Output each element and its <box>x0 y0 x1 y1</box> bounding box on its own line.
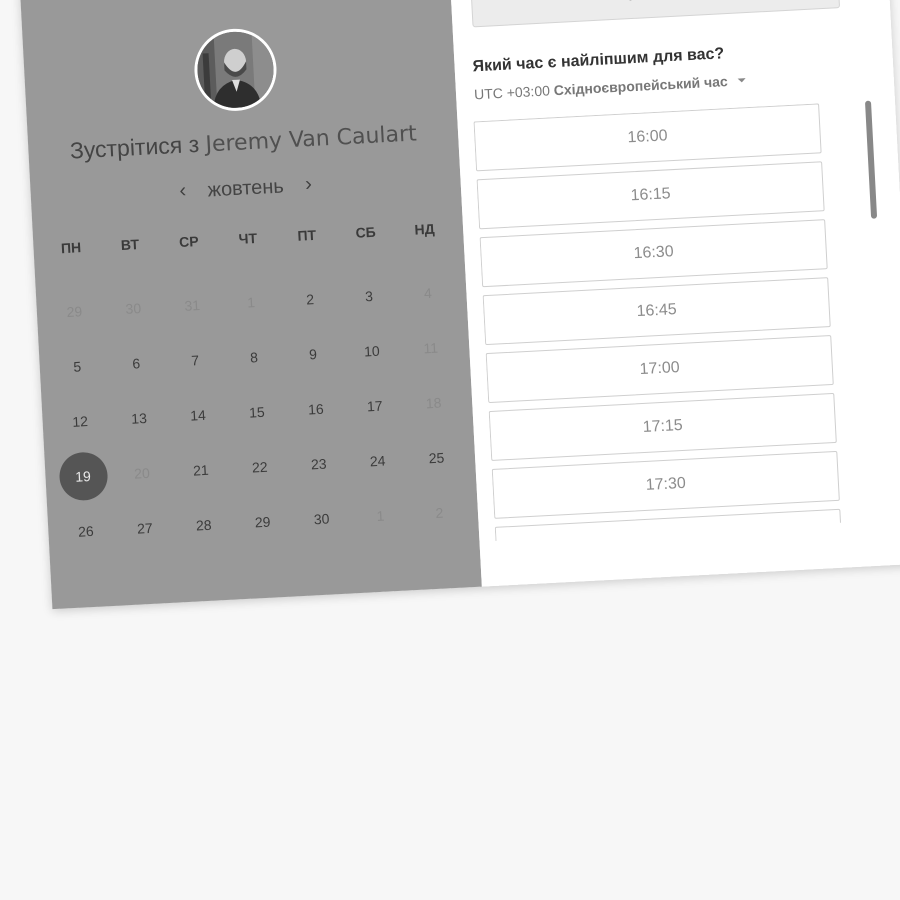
timezone-selector[interactable]: UTC +03:00 Східноєвропейський час <box>474 72 746 102</box>
person-photo-icon <box>195 29 276 110</box>
month-label: жовтень <box>207 175 285 202</box>
calendar-day[interactable]: 13 <box>108 389 170 447</box>
weekday-label: ПН <box>60 239 82 257</box>
prev-month-button[interactable]: ‹ <box>167 179 199 204</box>
calendar-day[interactable]: 24 <box>347 431 409 489</box>
calendar-day[interactable]: 2 <box>279 270 341 328</box>
page: Зустрітися з Jeremy Van Caulart ‹ жовтен… <box>0 0 900 900</box>
month-navigation: ‹ жовтень › <box>30 165 461 211</box>
time-slot-button[interactable]: 17:00 <box>485 335 834 404</box>
calendar-panel: Зустрітися з Jeremy Van Caulart ‹ жовтен… <box>20 0 482 610</box>
calendar-day[interactable]: 14 <box>167 386 229 444</box>
time-slot-list: 16:00 16:15 16:30 16:45 17:00 17:15 17:3… <box>473 103 857 541</box>
weekday-label: СР <box>178 233 200 251</box>
calendar-day[interactable]: 6 <box>105 334 167 392</box>
calendar-day[interactable]: 30 <box>291 489 353 547</box>
calendar-day[interactable]: 17 <box>344 376 406 434</box>
calendar-day[interactable]: 29 <box>232 493 294 551</box>
calendar-day[interactable]: 15 <box>226 383 288 441</box>
time-slot-button[interactable]: 16:30 <box>479 219 828 288</box>
calendar-day-disabled: 18 <box>425 394 442 411</box>
calendar-day-disabled: 20 <box>133 464 151 482</box>
calendar-day-disabled: 1 <box>246 293 256 311</box>
avatar <box>192 26 279 113</box>
timezone-offset: UTC +03:00 <box>473 82 551 103</box>
calendar-day-selected[interactable]: 19 <box>52 447 114 505</box>
calendar-day[interactable]: 28 <box>173 496 235 554</box>
timezone-name: Східноєвропейський час <box>553 73 729 99</box>
weekday-label: СБ <box>355 223 377 241</box>
time-slot-button[interactable]: 17:15 <box>488 392 837 461</box>
calendar-day[interactable]: 21 <box>170 441 232 499</box>
time-panel: 30 хвилин Який час є найліпшим для вас? … <box>449 0 900 587</box>
next-month-button[interactable]: › <box>293 172 325 197</box>
slot-list-scrollbar[interactable] <box>864 100 878 219</box>
time-question: Який час є найліпшим для вас? <box>472 45 725 76</box>
host-name: Jeremy Van Caulart <box>204 121 418 158</box>
calendar-day[interactable]: 25 <box>406 428 468 486</box>
calendar-day[interactable]: 16 <box>285 380 347 438</box>
calendar-day-disabled: 31 <box>184 296 201 314</box>
calendar-day[interactable]: 12 <box>49 392 111 450</box>
calendar-day-disabled: 4 <box>423 284 433 301</box>
time-slot-button[interactable]: 16:00 <box>473 103 822 172</box>
calendar-day[interactable]: 22 <box>229 438 291 496</box>
weekday-label: НД <box>414 220 436 238</box>
time-slot-button[interactable]: 16:45 <box>482 277 831 346</box>
day-grid: 29 30 31 1 2 3 4 5 6 7 8 9 10 11 12 13 1… <box>43 264 470 560</box>
calendar-day-disabled: 29 <box>66 302 83 320</box>
calendar-day-disabled: 11 <box>423 339 439 356</box>
scheduler-card: Зустрітися з Jeremy Van Caulart ‹ жовтен… <box>20 0 900 610</box>
calendar-day-disabled: 30 <box>125 299 142 317</box>
calendar-day[interactable]: 3 <box>338 267 400 325</box>
calendar-day[interactable]: 5 <box>46 337 108 395</box>
calendar-day-disabled: 2 <box>435 504 444 521</box>
weekday-header: ПН ВТ СР ЧТ ПТ СБ НД <box>41 220 454 258</box>
title-prefix: Зустрітися з <box>69 130 200 164</box>
calendar-day[interactable]: 10 <box>341 322 403 380</box>
time-slot-button[interactable]: 16:15 <box>476 161 825 230</box>
chevron-down-icon <box>737 78 746 83</box>
weekday-label: ПТ <box>297 226 317 244</box>
calendar-day[interactable]: 9 <box>282 325 344 383</box>
calendar-day[interactable]: 26 <box>55 502 117 560</box>
calendar-day[interactable]: 23 <box>288 435 350 493</box>
calendar-day[interactable]: 8 <box>223 328 285 386</box>
calendar-day-disabled: 1 <box>376 507 385 524</box>
time-slot-button[interactable]: 17:30 <box>491 450 840 519</box>
meeting-title: Зустрітися з Jeremy Van Caulart <box>28 117 459 166</box>
duration-button[interactable]: 30 хвилин <box>470 0 841 28</box>
weekday-label: ЧТ <box>238 229 258 247</box>
calendar-day[interactable]: 7 <box>164 331 226 389</box>
calendar-day[interactable]: 27 <box>114 499 176 557</box>
weekday-label: ВТ <box>120 236 140 254</box>
